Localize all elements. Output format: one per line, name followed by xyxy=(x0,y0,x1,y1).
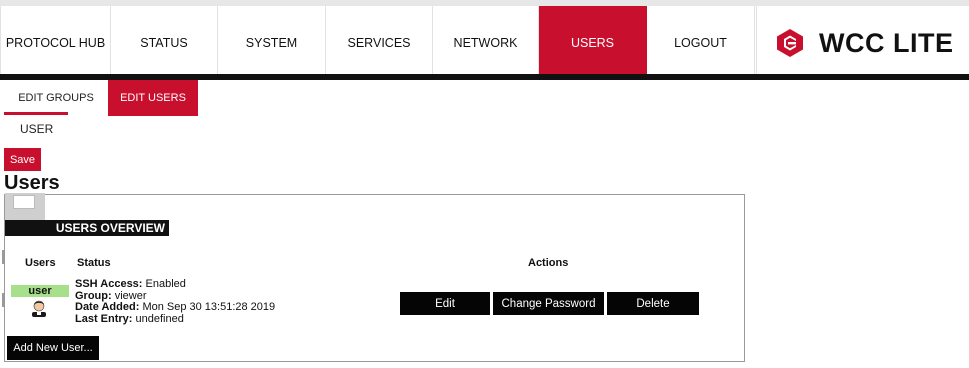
nav-item-services[interactable]: SERVICES xyxy=(326,6,433,80)
ssh-access-label: SSH Access: xyxy=(75,278,143,290)
nav-item-users[interactable]: USERS xyxy=(539,6,647,80)
top-navigation-bar: PROTOCOL HUB STATUS SYSTEM SERVICES NETW… xyxy=(0,0,969,80)
group-label: Group: xyxy=(75,289,112,302)
group-value: viewer xyxy=(114,289,147,302)
user-avatar-icon xyxy=(32,300,46,317)
nav-item-status[interactable]: STATUS xyxy=(111,6,218,80)
resize-handle xyxy=(2,250,5,264)
date-added-value: Mon Sep 30 13:51:28 2019 xyxy=(142,301,276,313)
nav-item-network[interactable]: NETWORK xyxy=(433,6,539,80)
change-password-button[interactable]: Change Password xyxy=(493,292,604,315)
column-header-actions: Actions xyxy=(528,257,569,269)
panel-title: USERS OVERVIEW xyxy=(5,220,169,236)
logo-text: WCC LITE xyxy=(819,27,954,58)
edit-user-button[interactable]: Edit xyxy=(400,292,490,315)
add-new-user-button[interactable]: Add New User... xyxy=(7,336,99,360)
column-header-status: Status xyxy=(77,257,111,269)
column-header-users: Users xyxy=(25,257,56,269)
delete-user-button[interactable]: Delete xyxy=(607,292,699,315)
main-nav: PROTOCOL HUB STATUS SYSTEM SERVICES NETW… xyxy=(0,6,755,80)
breadcrumb: USER xyxy=(20,122,54,136)
user-name-badge: user xyxy=(11,285,69,297)
sub-navigation: EDIT GROUPS EDIT USERS xyxy=(4,80,198,116)
tab-edit-groups[interactable]: EDIT GROUPS xyxy=(4,80,108,116)
wcc-logo-icon xyxy=(777,29,803,57)
brand-logo[interactable]: WCC LITE xyxy=(756,6,969,80)
resize-handle xyxy=(2,293,5,307)
ssh-access-value: Enabled xyxy=(145,278,186,290)
date-added-label: Date Added: xyxy=(75,301,140,313)
save-button[interactable]: Save xyxy=(4,148,41,171)
last-entry-value: undefined xyxy=(135,312,184,325)
last-entry-label: Last Entry: xyxy=(75,312,133,325)
nav-item-system[interactable]: SYSTEM xyxy=(218,6,326,80)
nav-item-protocol-hub[interactable]: PROTOCOL HUB xyxy=(0,6,111,80)
page-title: Users xyxy=(4,172,60,194)
tab-edit-users[interactable]: EDIT USERS xyxy=(108,80,198,116)
user-status-block: SSH Access: Enabled Group: viewer Date A… xyxy=(75,278,276,325)
nav-item-logout[interactable]: LOGOUT xyxy=(647,6,755,80)
collapse-toggle[interactable] xyxy=(5,193,45,221)
users-overview-panel: USERS OVERVIEW Users Status Actions user… xyxy=(2,193,745,362)
